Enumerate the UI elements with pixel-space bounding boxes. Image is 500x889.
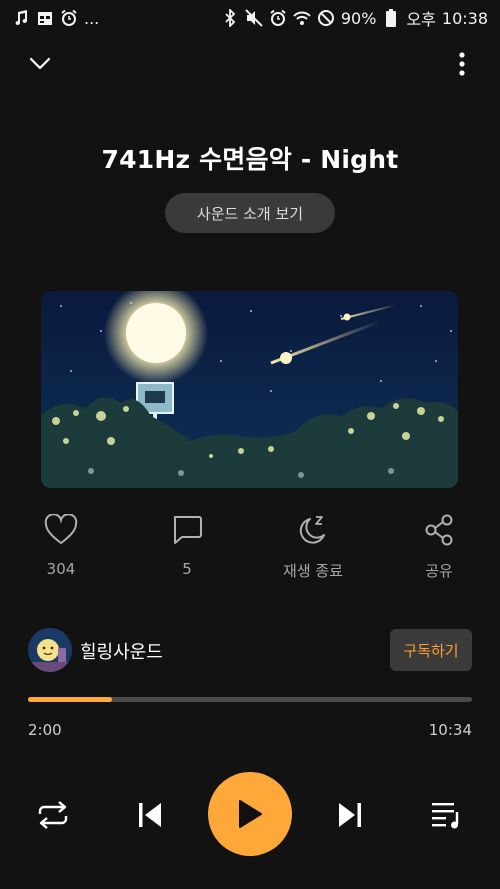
album-artwork <box>41 291 458 488</box>
elapsed-time: 2:00 <box>28 721 62 739</box>
comment-icon <box>169 512 205 548</box>
sound-intro-button[interactable]: 사운드 소개 보기 <box>165 193 335 233</box>
like-count: 304 <box>46 560 76 578</box>
do-not-disturb-icon <box>317 9 335 27</box>
playback-progress-fill <box>28 697 113 702</box>
mute-icon <box>245 9 263 27</box>
more-vertical-icon <box>459 52 465 76</box>
battery-icon <box>382 9 400 27</box>
alarm-icon <box>60 9 78 27</box>
skip-previous-icon <box>139 803 161 827</box>
collapse-button[interactable] <box>24 48 56 80</box>
channel-avatar[interactable] <box>28 628 72 672</box>
chevron-down-icon <box>29 57 51 70</box>
next-button[interactable] <box>331 796 369 834</box>
subscribe-button[interactable]: 구독하기 <box>390 629 472 671</box>
sleep-timer-label: 재생 종료 <box>283 562 343 580</box>
battery-percent: 90% <box>340 8 377 28</box>
channel-name[interactable]: 힐링사운드 <box>80 638 163 664</box>
repeat-icon <box>38 801 68 829</box>
skip-next-icon <box>339 803 361 827</box>
moon-sleep-icon <box>295 512 331 548</box>
channel-row: 힐링사운드 구독하기 <box>28 628 472 672</box>
play-icon <box>239 800 262 828</box>
more-options-button[interactable] <box>446 48 478 80</box>
sleep-timer-button[interactable]: 재생 종료 <box>263 512 363 582</box>
play-button[interactable] <box>208 772 292 856</box>
playlist-icon <box>432 803 459 829</box>
music-note-icon <box>12 9 30 27</box>
calendar-icon <box>36 9 54 27</box>
status-bar: ... 90% 오후 10:38 <box>0 0 500 36</box>
previous-button[interactable] <box>131 796 169 834</box>
playback-controls <box>0 772 500 858</box>
total-time: 10:34 <box>428 721 472 739</box>
repeat-button[interactable] <box>34 796 72 834</box>
player-topbar <box>0 44 500 84</box>
action-row: 304 5 재생 종료 공유 <box>0 512 500 582</box>
like-button[interactable]: 304 <box>11 512 111 582</box>
more-notifications-indicator: ... <box>84 8 100 28</box>
alarm-clock-icon <box>269 9 287 27</box>
status-ampm: 오후 <box>406 10 436 29</box>
comment-button[interactable]: 5 <box>137 512 237 582</box>
heart-icon <box>43 512 79 548</box>
share-button[interactable]: 공유 <box>389 512 489 582</box>
share-icon <box>421 512 457 548</box>
track-title: 741Hz 수면음악 - Night <box>101 145 399 174</box>
wifi-icon <box>293 9 311 27</box>
playlist-button[interactable] <box>428 796 466 834</box>
comment-count: 5 <box>182 560 192 578</box>
playback-progress-bar[interactable] <box>28 697 472 702</box>
status-time: 10:38 <box>441 8 488 28</box>
bluetooth-icon <box>221 9 239 27</box>
share-label: 공유 <box>425 562 453 580</box>
